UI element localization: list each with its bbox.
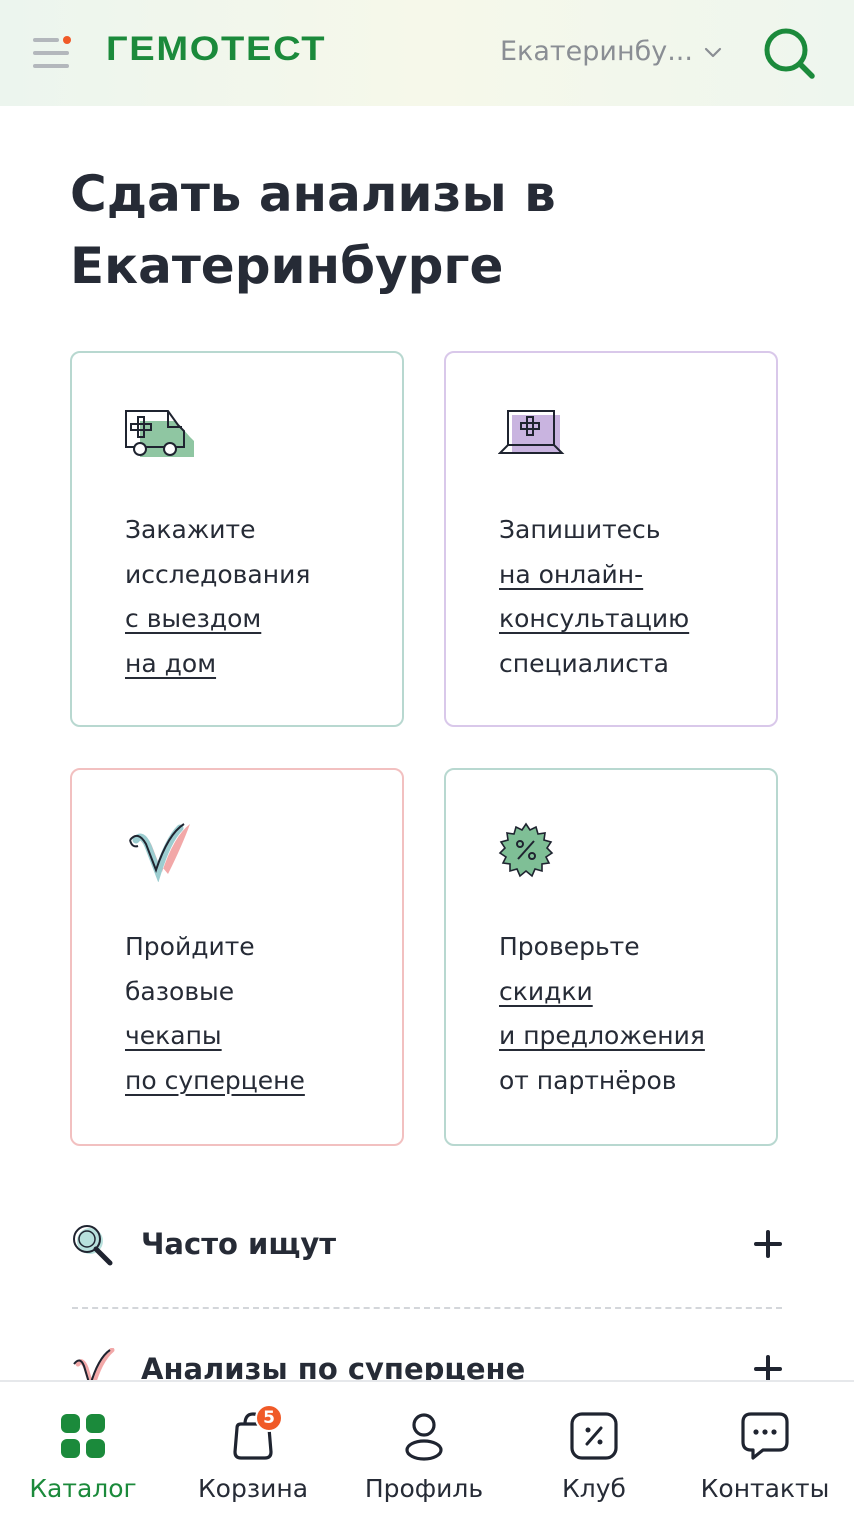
logo[interactable]: ГЕМОТЕСТ [106,30,326,69]
online-consultation-card[interactable]: Запишитесь на онлайн- консультацию специ… [444,351,778,727]
top-header: ГЕМОТЕСТ Екатеринбу... [0,0,854,106]
nav-label: Профиль [364,1474,484,1503]
divider [72,1307,782,1309]
card-link[interactable]: скидки [499,970,705,1015]
nav-cart[interactable]: 5 Корзина [168,1382,338,1534]
club-discount-icon [570,1412,618,1460]
plus-icon[interactable] [754,1230,782,1258]
nav-label: Клуб [562,1474,626,1503]
discounts-card[interactable]: Проверьте скидки и предложения от партнё… [444,768,778,1146]
nav-contacts[interactable]: Контакты [680,1382,850,1534]
card-link[interactable]: по суперцене [125,1059,305,1104]
accordion-frequently-searched[interactable]: Часто ищут [70,1215,782,1275]
card-text-line: исследования [125,559,311,589]
nav-catalog[interactable]: Каталог [0,1382,168,1534]
card-text-line: Проверьте [499,932,640,961]
card-link[interactable]: с выездом [125,597,310,642]
accordion-label: Часто ищут [141,1227,337,1261]
discount-badge-icon [498,822,554,878]
cart-count-badge: 5 [255,1404,283,1432]
card-link[interactable]: и предложения [499,1014,705,1059]
catalog-grid-icon [61,1414,105,1458]
notification-dot [63,36,71,44]
checkup-card[interactable]: Пройдите базовые чекапы по суперцене [70,768,404,1146]
nav-label: Корзина [197,1474,309,1503]
ambulance-icon [125,410,194,457]
city-selector[interactable]: Екатеринбу... [500,36,700,67]
card-text-line: Закажите [125,515,256,544]
nav-club[interactable]: Клуб [509,1382,679,1534]
nav-label: Контакты [700,1474,830,1503]
chat-icon [741,1412,789,1460]
chevron-down-icon[interactable] [703,42,723,62]
nav-profile[interactable]: Профиль [339,1382,509,1534]
home-visit-card[interactable]: Закажите исследования с выездом на дом [70,351,404,727]
card-link[interactable]: на онлайн- [499,553,689,598]
card-text-line: Пройдите [125,932,255,961]
search-icon[interactable] [762,26,816,80]
card-link[interactable]: чекапы [125,1014,305,1059]
magnifier-icon [73,1225,113,1266]
card-text-line: от партнёров [499,1065,677,1095]
card-link[interactable]: консультацию [499,597,689,642]
card-link[interactable]: на дом [125,642,310,687]
page-title: Сдать анализы в Екатеринбурге [70,165,556,295]
menu-icon[interactable] [33,36,71,70]
laptop-medical-icon [498,410,565,454]
nav-label: Каталог [29,1474,137,1503]
card-text-line: специалиста [499,648,669,678]
profile-icon [405,1413,443,1461]
checkmark-icon [129,823,190,882]
plus-icon[interactable] [754,1355,782,1383]
card-text-line: Запишитесь [499,515,661,544]
card-text-line: базовые [125,976,235,1006]
bottom-navigation: Каталог 5 Корзина Профиль Клуб Контакты [0,1380,854,1534]
